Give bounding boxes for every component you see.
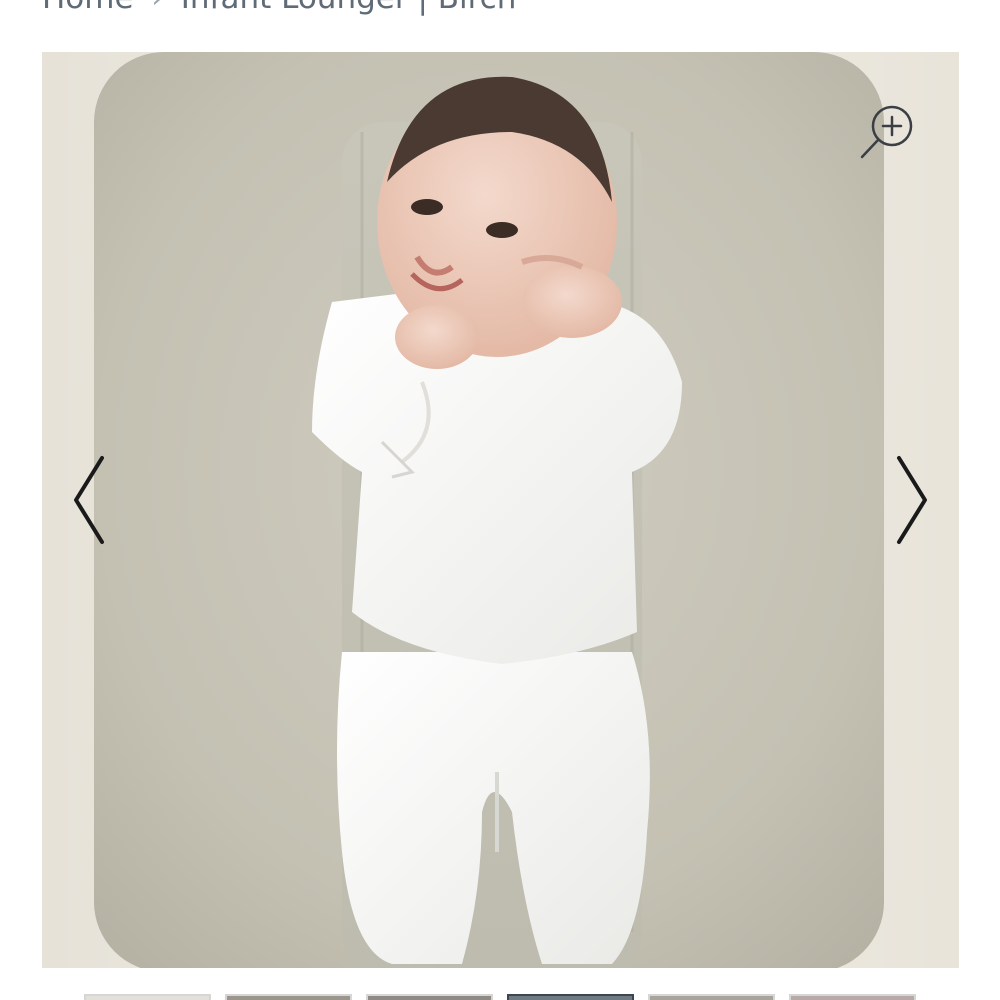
zoom-in-icon — [860, 105, 913, 159]
thumbnail-strip — [84, 994, 916, 1000]
thumbnail-2[interactable] — [225, 994, 352, 1000]
breadcrumb: Home › Infant Lounger | Birch — [42, 0, 516, 18]
thumbnail-4[interactable] — [507, 994, 634, 1000]
thumbnail-1[interactable] — [84, 994, 211, 1000]
next-image-button[interactable] — [889, 452, 939, 552]
chevron-right-icon — [897, 456, 927, 544]
product-photo — [42, 52, 959, 968]
breadcrumb-current: Infant Lounger | Birch — [181, 0, 517, 18]
breadcrumb-home-link[interactable]: Home — [42, 0, 134, 18]
thumbnail-5[interactable] — [648, 994, 775, 1000]
thumbnail-3[interactable] — [366, 994, 493, 1000]
product-main-image[interactable] — [42, 52, 959, 968]
chevron-left-icon — [74, 456, 104, 544]
product-page: Home › Infant Lounger | Birch — [0, 0, 1000, 1000]
breadcrumb-separator: › — [152, 0, 163, 18]
thumbnail-6[interactable] — [789, 994, 916, 1000]
previous-image-button[interactable] — [62, 452, 112, 552]
zoom-button[interactable] — [857, 102, 917, 162]
